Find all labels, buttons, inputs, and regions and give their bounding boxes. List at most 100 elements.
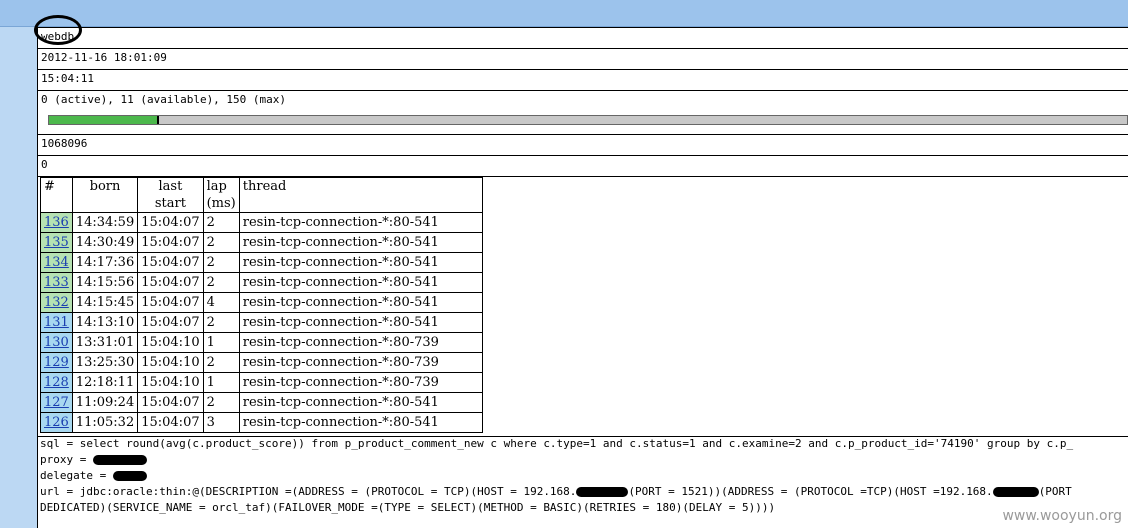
redacted-host-2 <box>992 487 1039 497</box>
born-time: 14:15:56 <box>71 272 139 293</box>
header-col-lap: lap (ms) <box>202 177 240 213</box>
conn-index[interactable]: 135 <box>40 232 73 253</box>
lap-ms: 2 <box>202 272 240 293</box>
thread-name: resin-tcp-connection-*:80-739 <box>238 352 483 373</box>
last-start-time: 15:04:07 <box>137 212 204 233</box>
thread-name: resin-tcp-connection-*:80-541 <box>238 292 483 313</box>
lap-ms: 4 <box>202 292 240 313</box>
lap-ms: 2 <box>202 312 240 333</box>
table-row: 127 11:09:24 15:04:07 2 resin-tcp-connection… <box>40 392 483 413</box>
time-row: 15:04:11 <box>38 69 1128 90</box>
url-line-2: DEDICATED)(SERVICE_NAME = orcl_taf)(FAIL… <box>40 501 776 514</box>
lap-ms: 1 <box>202 372 240 393</box>
header-col-last-start: last start <box>137 177 204 213</box>
table-header-row: # born last start lap (ms) thread <box>40 177 483 213</box>
last-start-time: 15:04:07 <box>137 392 204 413</box>
born-time: 14:17:36 <box>71 252 139 273</box>
conn-index[interactable]: 133 <box>40 272 73 293</box>
created-value: 2012-11-16 18:01:09 <box>41 51 167 64</box>
connections-row: 0 (active), 11 (available), 150 (max) <box>38 90 1128 134</box>
connection-details: sql = select round(avg(c.product_score))… <box>40 436 1128 516</box>
failed-row: 0 <box>38 155 1128 176</box>
delegate-line: delegate = <box>40 468 1128 484</box>
table-row: 132 14:15:45 15:04:07 4 resin-tcp-connection… <box>40 292 483 313</box>
watermark: www.wooyun.org <box>1002 508 1122 524</box>
header-col-thread: thread <box>238 177 483 213</box>
born-time: 14:30:49 <box>71 232 139 253</box>
table-row: 128 12:18:11 15:04:10 1 resin-tcp-connection… <box>40 372 483 393</box>
connection-table: # born last start lap (ms) thread 136 14:34:59 1… <box>40 177 483 433</box>
thread-name: resin-tcp-connection-*:80-739 <box>238 372 483 393</box>
born-time: 11:05:32 <box>71 412 139 433</box>
thread-name: resin-tcp-connection-*:80-541 <box>238 252 483 273</box>
thread-name: resin-tcp-connection-*:80-541 <box>238 212 483 233</box>
conn-index[interactable]: 128 <box>40 372 73 393</box>
last-start-time: 15:04:07 <box>137 412 204 433</box>
thread-name: resin-tcp-connection-*:80-739 <box>238 332 483 353</box>
conn-index[interactable]: 134 <box>40 252 73 273</box>
thread-name: resin-tcp-connection-*:80-541 <box>238 392 483 413</box>
lap-ms: 2 <box>202 352 240 373</box>
born-time: 14:15:45 <box>71 292 139 313</box>
pool-name-row: webdb <box>38 27 1128 48</box>
thread-name: resin-tcp-connection-*:80-541 <box>238 272 483 293</box>
left-gutter <box>0 27 38 528</box>
conn-index[interactable]: 126 <box>40 412 73 433</box>
count-row: 1068096 <box>38 134 1128 155</box>
connections-progress-bar <box>48 115 1128 125</box>
lap-ms: 2 <box>202 252 240 273</box>
conn-index[interactable]: 131 <box>40 312 73 333</box>
last-start-time: 15:04:10 <box>137 352 204 373</box>
proxy-line: proxy = <box>40 452 1128 468</box>
conn-index[interactable]: 136 <box>40 212 73 233</box>
born-time: 12:18:11 <box>71 372 139 393</box>
last-start-time: 15:04:07 <box>137 312 204 333</box>
thread-name: resin-tcp-connection-*:80-541 <box>238 312 483 333</box>
time-value: 15:04:11 <box>41 72 94 85</box>
table-row: 130 13:31:01 15:04:10 1 resin-tcp-connection… <box>40 332 483 353</box>
table-row: 131 14:13:10 15:04:07 2 resin-tcp-connection… <box>40 312 483 333</box>
table-row: 135 14:30:49 15:04:07 2 resin-tcp-connection… <box>40 232 483 253</box>
last-start-time: 15:04:07 <box>137 232 204 253</box>
last-start-time: 15:04:07 <box>137 252 204 273</box>
sql-line: sql = select round(avg(c.product_score))… <box>40 437 1074 450</box>
born-time: 13:25:30 <box>71 352 139 373</box>
lap-ms: 1 <box>202 332 240 353</box>
table-row: 126 11:05:32 15:04:07 3 resin-tcp-connection… <box>40 412 483 433</box>
conn-index[interactable]: 132 <box>40 292 73 313</box>
conn-index[interactable]: 129 <box>40 352 73 373</box>
progress-fill <box>49 116 159 124</box>
connections-value: 0 (active), 11 (available), 150 (max) <box>41 93 287 106</box>
thread-name: resin-tcp-connection-*:80-541 <box>238 232 483 253</box>
redacted-host-1 <box>576 487 629 497</box>
redacted-proxy <box>92 455 147 465</box>
conn-index[interactable]: 127 <box>40 392 73 413</box>
born-time: 14:34:59 <box>71 212 139 233</box>
conn-index[interactable]: 130 <box>40 332 73 353</box>
lap-ms: 2 <box>202 392 240 413</box>
born-time: 13:31:01 <box>71 332 139 353</box>
header-col-index: # <box>40 177 73 213</box>
last-start-time: 15:04:10 <box>137 372 204 393</box>
lap-ms: 2 <box>202 232 240 253</box>
lap-ms: 2 <box>202 212 240 233</box>
last-start-time: 15:04:07 <box>137 272 204 293</box>
thread-name: resin-tcp-connection-*:80-541 <box>238 412 483 433</box>
lap-ms: 3 <box>202 412 240 433</box>
failed-value: 0 <box>41 158 48 171</box>
redacted-delegate <box>112 471 147 481</box>
table-row: 136 14:34:59 15:04:07 2 resin-tcp-connection… <box>40 212 483 233</box>
highlight-circle <box>34 15 82 45</box>
last-start-time: 15:04:10 <box>137 332 204 353</box>
count-value: 1068096 <box>41 137 88 150</box>
born-time: 14:13:10 <box>71 312 139 333</box>
born-time: 11:09:24 <box>71 392 139 413</box>
table-row: 134 14:17:36 15:04:07 2 resin-tcp-connection… <box>40 252 483 273</box>
header-col-born: born <box>71 177 139 213</box>
created-row: 2012-11-16 18:01:09 <box>38 48 1128 69</box>
header-bar <box>0 0 1128 27</box>
table-row: 133 14:15:56 15:04:07 2 resin-tcp-connection… <box>40 272 483 293</box>
last-start-time: 15:04:07 <box>137 292 204 313</box>
table-row: 129 13:25:30 15:04:10 2 resin-tcp-connection… <box>40 352 483 373</box>
url-line: url = jdbc:oracle:thin:@(DESCRIPTION =(A… <box>40 485 1072 498</box>
